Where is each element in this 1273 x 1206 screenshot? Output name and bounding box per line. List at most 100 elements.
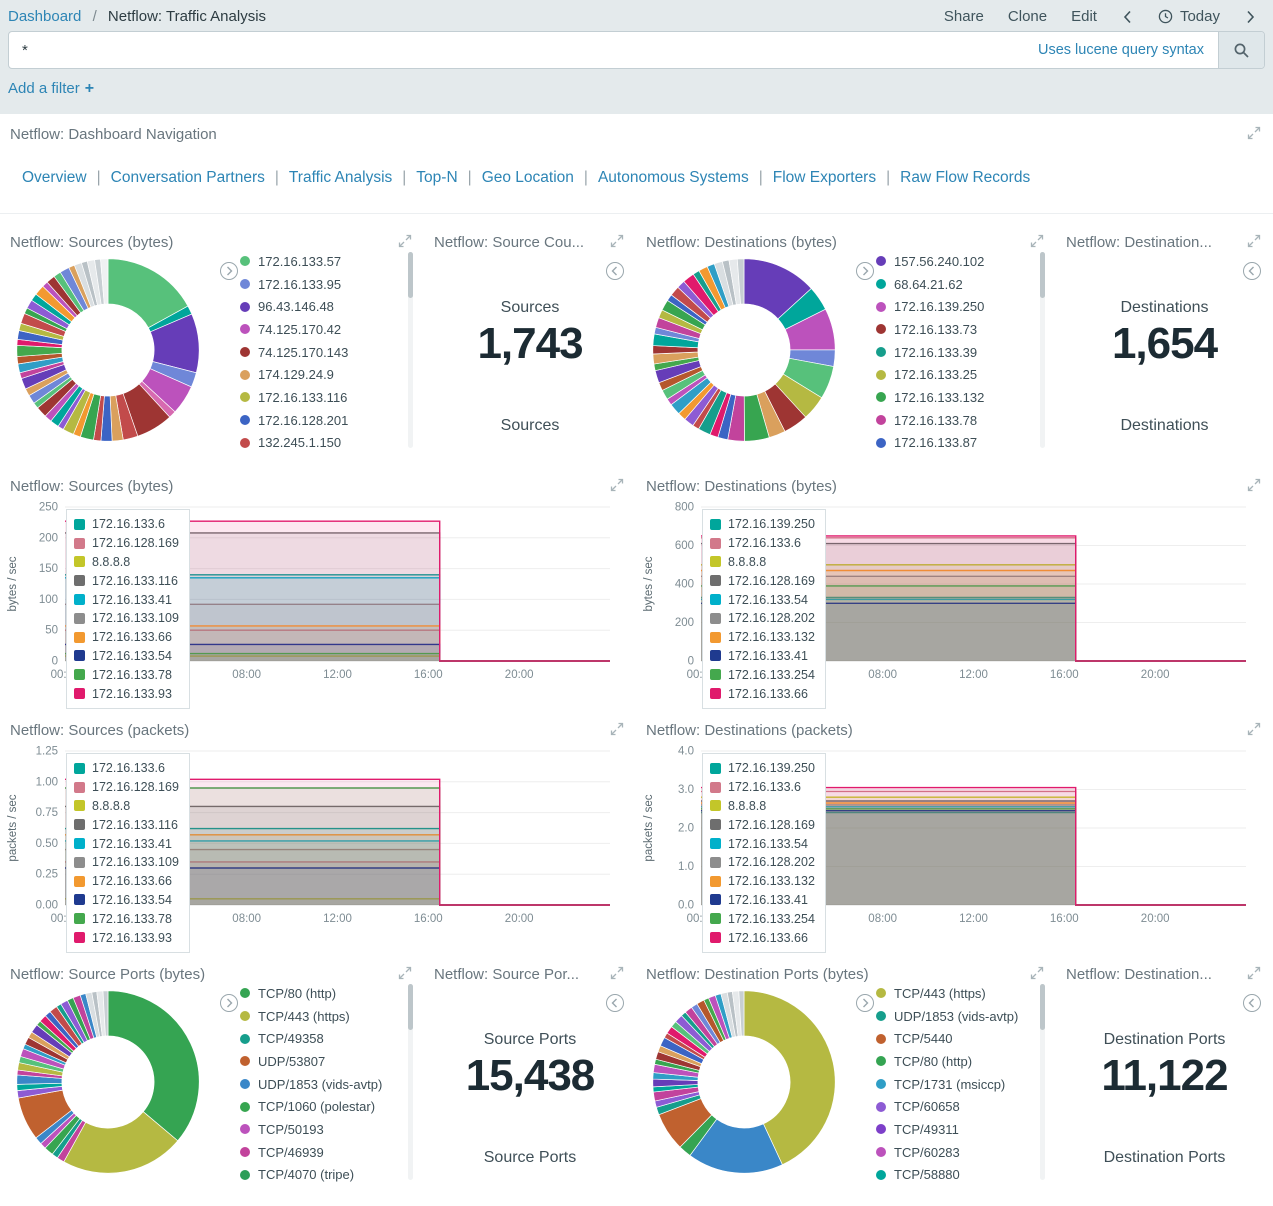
legend-item[interactable]: UDP/1853 (vids-avtp) xyxy=(876,1005,1028,1028)
legend-toggle-button[interactable] xyxy=(606,262,624,280)
legend-item[interactable]: TCP/46939 xyxy=(240,1141,392,1164)
expand-panel-icon[interactable] xyxy=(1247,722,1261,741)
legend-item[interactable]: 172.16.133.116 xyxy=(240,386,392,409)
dashboard-nav-link[interactable]: Autonomous Systems xyxy=(598,169,749,186)
legend-toggle-button[interactable] xyxy=(1243,994,1261,1012)
scrollbar-thumb[interactable] xyxy=(408,984,413,1030)
edit-button[interactable]: Edit xyxy=(1071,8,1097,25)
donut-chart[interactable] xyxy=(12,986,204,1178)
legend-item[interactable]: 172.16.133.132 xyxy=(710,628,815,647)
legend-item[interactable]: 172.16.133.66 xyxy=(74,872,179,891)
donut-chart[interactable] xyxy=(648,254,840,446)
legend-item[interactable]: 172.16.133.116 xyxy=(74,571,179,590)
dashboard-nav-link[interactable]: Conversation Partners xyxy=(111,169,265,186)
legend-item[interactable]: TCP/50193 xyxy=(240,1118,392,1141)
legend-item[interactable]: 172.16.133.6 xyxy=(74,759,179,778)
legend-item[interactable]: 74.125.170.143 xyxy=(240,341,392,364)
legend-item[interactable]: 172.16.139.250 xyxy=(710,759,815,778)
legend-item[interactable]: 172.16.133.39 xyxy=(876,341,1028,364)
legend-item[interactable]: TCP/443 (https) xyxy=(240,1005,392,1028)
legend-scrollbar[interactable] xyxy=(408,252,413,448)
legend-item[interactable]: 172.16.133.254 xyxy=(710,909,815,928)
legend-item[interactable]: 172.16.133.54 xyxy=(74,891,179,910)
share-button[interactable]: Share xyxy=(944,8,984,25)
donut-chart[interactable] xyxy=(12,254,204,446)
dashboard-nav-link[interactable]: Geo Location xyxy=(482,169,574,186)
legend-item[interactable]: 172.16.133.57 xyxy=(240,250,392,273)
legend-item[interactable]: 172.16.133.54 xyxy=(710,590,815,609)
legend-item[interactable]: 172.16.133.66 xyxy=(710,684,815,703)
expand-panel-icon[interactable] xyxy=(610,722,624,741)
legend-toggle-button[interactable] xyxy=(220,262,238,280)
expand-panel-icon[interactable] xyxy=(1030,234,1044,253)
time-picker[interactable]: Today xyxy=(1158,8,1220,25)
legend-item[interactable]: 172.16.128.202 xyxy=(710,609,815,628)
legend-item[interactable]: 132.245.1.150 xyxy=(240,432,392,455)
legend-item[interactable]: 172.16.133.41 xyxy=(74,834,179,853)
legend-item[interactable]: TCP/49311 xyxy=(876,1118,1028,1141)
search-button[interactable] xyxy=(1218,32,1264,68)
legend-item[interactable]: 172.16.133.41 xyxy=(74,590,179,609)
legend-item[interactable]: TCP/80 (http) xyxy=(240,982,392,1005)
legend-item[interactable]: 172.16.133.73 xyxy=(876,318,1028,341)
add-filter-plus-icon[interactable]: + xyxy=(85,80,94,97)
legend-item[interactable]: 172.16.133.93 xyxy=(74,928,179,947)
legend-item[interactable]: TCP/5440 xyxy=(876,1027,1028,1050)
expand-panel-icon[interactable] xyxy=(1247,966,1261,985)
expand-panel-icon[interactable] xyxy=(1030,966,1044,985)
scrollbar-thumb[interactable] xyxy=(408,252,413,298)
scrollbar-thumb[interactable] xyxy=(1040,984,1045,1030)
legend-item[interactable]: TCP/1731 (msiccp) xyxy=(876,1073,1028,1096)
expand-panel-icon[interactable] xyxy=(398,966,412,985)
legend-item[interactable]: 172.16.133.109 xyxy=(74,609,179,628)
legend-item[interactable]: 172.16.133.132 xyxy=(710,872,815,891)
legend-item[interactable]: 8.8.8.8 xyxy=(710,797,815,816)
legend-toggle-button[interactable] xyxy=(856,994,874,1012)
legend-toggle-button[interactable] xyxy=(856,262,874,280)
time-back-button[interactable] xyxy=(1121,10,1134,24)
legend-item[interactable]: 172.16.133.6 xyxy=(710,534,815,553)
legend-item[interactable]: 68.64.21.62 xyxy=(876,273,1028,296)
scrollbar-thumb[interactable] xyxy=(1040,252,1045,298)
legend-item[interactable]: 172.16.133.95 xyxy=(240,273,392,296)
dashboard-nav-link[interactable]: Overview xyxy=(22,169,87,186)
legend-toggle-button[interactable] xyxy=(606,994,624,1012)
legend-item[interactable]: 172.16.128.169 xyxy=(710,815,815,834)
dashboard-nav-link[interactable]: Flow Exporters xyxy=(773,169,876,186)
expand-panel-icon[interactable] xyxy=(610,234,624,253)
legend-item[interactable]: TCP/60283 xyxy=(876,1141,1028,1164)
legend-item[interactable]: 157.56.240.102 xyxy=(876,250,1028,273)
legend-item[interactable]: 172.16.133.254 xyxy=(710,665,815,684)
legend-scrollbar[interactable] xyxy=(1040,984,1045,1180)
legend-item[interactable]: TCP/1060 (polestar) xyxy=(240,1095,392,1118)
expand-panel-icon[interactable] xyxy=(1247,234,1261,253)
legend-item[interactable]: 172.16.133.116 xyxy=(74,815,179,834)
legend-item[interactable]: 172.16.128.201 xyxy=(240,409,392,432)
add-filter-link[interactable]: Add a filter xyxy=(8,80,80,97)
legend-item[interactable]: 172.16.133.78 xyxy=(74,909,179,928)
legend-item[interactable]: 172.16.133.109 xyxy=(74,853,179,872)
legend-item[interactable]: 172.16.133.54 xyxy=(710,834,815,853)
legend-scrollbar[interactable] xyxy=(408,984,413,1180)
legend-item[interactable]: 172.16.133.41 xyxy=(710,891,815,910)
legend-item[interactable]: 172.16.133.78 xyxy=(876,409,1028,432)
legend-item[interactable]: TCP/80 (http) xyxy=(876,1050,1028,1073)
expand-panel-icon[interactable] xyxy=(398,234,412,253)
legend-item[interactable]: 172.16.128.169 xyxy=(74,534,179,553)
legend-item[interactable]: 172.16.133.87 xyxy=(876,432,1028,455)
legend-item[interactable]: 174.129.24.9 xyxy=(240,363,392,386)
legend-item[interactable]: 172.16.133.25 xyxy=(876,363,1028,386)
lucene-syntax-link[interactable]: Uses lucene query syntax xyxy=(1038,42,1218,58)
legend-item[interactable]: 172.16.133.66 xyxy=(74,628,179,647)
legend-item[interactable]: TCP/443 (https) xyxy=(876,982,1028,1005)
legend-toggle-button[interactable] xyxy=(1243,262,1261,280)
legend-toggle-button[interactable] xyxy=(220,994,238,1012)
dashboard-nav-link[interactable]: Raw Flow Records xyxy=(900,169,1030,186)
expand-panel-icon[interactable] xyxy=(1247,478,1261,497)
legend-item[interactable]: 172.16.133.41 xyxy=(710,647,815,666)
time-forward-button[interactable] xyxy=(1244,10,1257,24)
expand-panel-icon[interactable] xyxy=(1247,126,1261,145)
legend-item[interactable]: UDP/1853 (vids-avtp) xyxy=(240,1073,392,1096)
legend-item[interactable]: 74.125.170.42 xyxy=(240,318,392,341)
legend-item[interactable]: 172.16.133.93 xyxy=(74,684,179,703)
